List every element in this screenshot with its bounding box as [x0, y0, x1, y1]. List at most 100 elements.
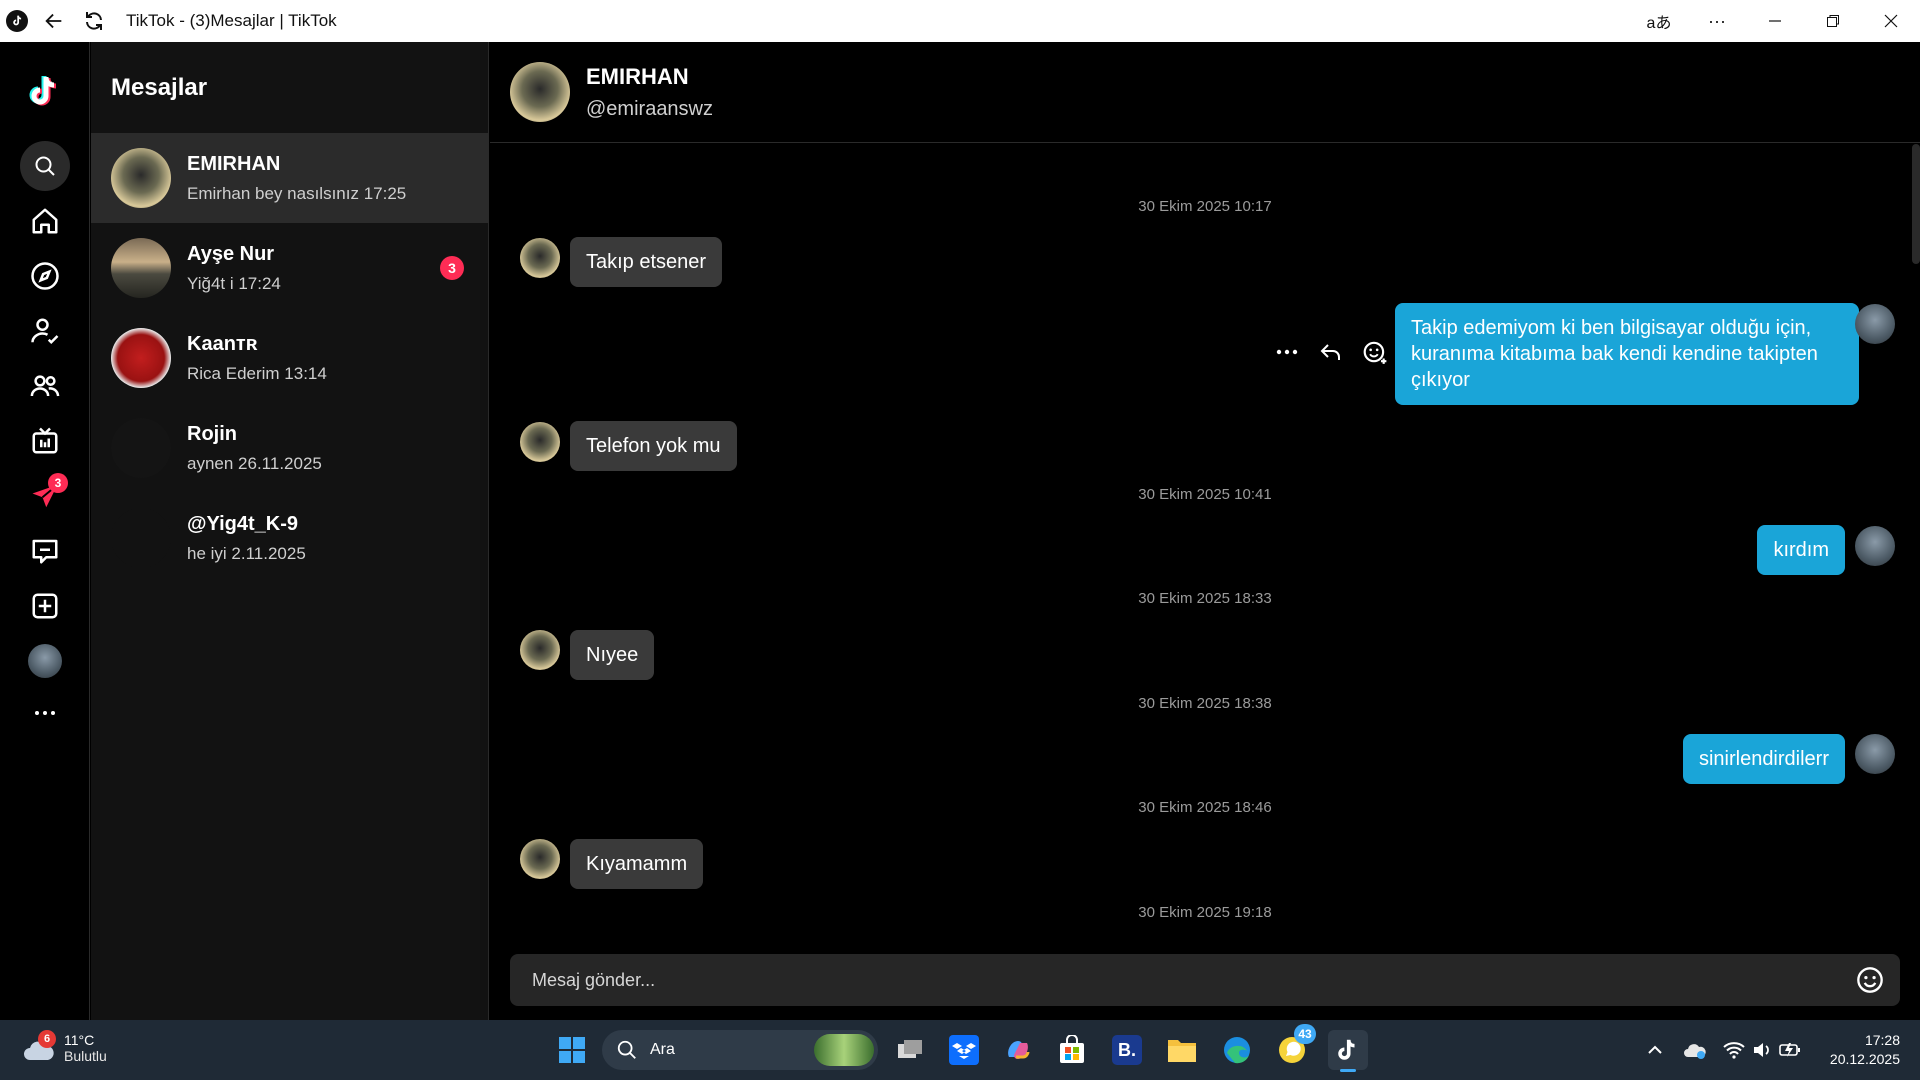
- left-nav-rail: 3: [0, 42, 90, 1020]
- weather-badge: 6: [38, 1030, 56, 1048]
- tiktok-logo-icon[interactable]: [20, 66, 70, 116]
- whatsapp-badge: 43: [1294, 1024, 1316, 1044]
- conversation-item[interactable]: Ayşe Nur Yiğ4t i 17:24 3: [91, 223, 489, 313]
- temperature: 11°C: [64, 1032, 95, 1048]
- conversation-list: Mesajlar EMIRHAN Emirhan bey nasılsınız …: [91, 42, 489, 1020]
- search-icon: [617, 1040, 636, 1059]
- outgoing-message[interactable]: kırdım: [1757, 525, 1845, 575]
- chat-header: EMIRHAN @emiraanswz: [490, 42, 1920, 143]
- upload-icon[interactable]: [20, 581, 70, 631]
- file-explorer-icon[interactable]: [1162, 1030, 1202, 1070]
- taskbar-search[interactable]: Ara: [602, 1030, 878, 1070]
- sender-avatar: [520, 238, 560, 278]
- cloud-icon: 6: [22, 1030, 58, 1066]
- avatar: [111, 508, 171, 568]
- sender-avatar: [520, 422, 560, 462]
- clock[interactable]: 17:28 20.12.2025: [1830, 1031, 1900, 1069]
- react-emoji-icon[interactable]: [1361, 338, 1389, 366]
- conversation-item[interactable]: Kaanᴛʀ Rica Ederim 13:14: [91, 313, 489, 403]
- message-timestamp: 30 Ekim 2025 10:41: [1138, 486, 1272, 503]
- own-avatar: [1855, 526, 1895, 566]
- refresh-icon[interactable]: [74, 0, 114, 42]
- search-label: Ara: [650, 1041, 675, 1058]
- conversation-preview: he iyi 2.11.2025: [187, 543, 306, 563]
- avatar: [111, 148, 171, 208]
- conversation-name: Rojin: [187, 422, 237, 445]
- incoming-message[interactable]: Takıp etsener: [570, 237, 723, 287]
- outgoing-message[interactable]: Takip edemiyom ki ben bilgisayar olduğu …: [1395, 303, 1859, 405]
- chevron-up-icon[interactable]: [1640, 1045, 1670, 1055]
- tiktok-taskbar-icon[interactable]: [1328, 1030, 1368, 1072]
- battery-icon[interactable]: [1776, 1041, 1804, 1059]
- booking-icon[interactable]: B.: [1107, 1030, 1147, 1070]
- onedrive-icon[interactable]: [1678, 1041, 1712, 1059]
- incoming-message[interactable]: Kıyamamm: [570, 839, 704, 889]
- more-options-icon[interactable]: [1273, 338, 1301, 366]
- conversation-preview: Yiğ4t i 17:24: [187, 273, 281, 293]
- chat-panel: EMIRHAN @emiraanswz 30 Ekim 2025 10:17 T…: [490, 42, 1920, 1020]
- conversation-item[interactable]: EMIRHAN Emirhan bey nasılsınız 17:25: [91, 133, 489, 223]
- microsoft-store-icon[interactable]: [1052, 1030, 1092, 1070]
- more-options-icon[interactable]: ···: [1688, 0, 1746, 42]
- unread-badge: 3: [440, 256, 464, 280]
- message-timestamp: 30 Ekim 2025 18:33: [1138, 590, 1272, 607]
- avatar: [111, 418, 171, 478]
- tiktok-app-icon: [6, 10, 28, 32]
- translate-icon[interactable]: aあ: [1630, 0, 1688, 42]
- windows-start-icon[interactable]: [552, 1030, 592, 1070]
- incoming-message[interactable]: Telefon yok mu: [570, 421, 737, 471]
- chat-name[interactable]: EMIRHAN: [586, 64, 689, 90]
- message-timestamp: 30 Ekim 2025 10:17: [1138, 198, 1272, 215]
- more-icon[interactable]: [20, 688, 70, 738]
- chat-handle[interactable]: @emiraanswz: [586, 98, 713, 121]
- chat-avatar[interactable]: [510, 62, 570, 122]
- minimize-button[interactable]: [1746, 0, 1804, 42]
- system-tray: [1640, 1020, 1804, 1080]
- reply-icon[interactable]: [1317, 338, 1345, 366]
- window-title: TikTok - (3)Mesajlar | TikTok: [126, 11, 337, 30]
- weather-condition: Bulutlu: [64, 1048, 107, 1064]
- message-timestamp: 30 Ekim 2025 18:46: [1138, 799, 1272, 816]
- clock-time: 17:28: [1864, 1032, 1900, 1048]
- avatar: [111, 238, 171, 298]
- messages-heading: Mesajlar: [111, 74, 208, 101]
- conversation-name: @Yig4t_K-9: [187, 512, 299, 535]
- wifi-icon[interactable]: [1720, 1041, 1748, 1059]
- emoji-icon[interactable]: [1856, 966, 1884, 994]
- conversation-item[interactable]: @Yig4t_K-9 he iyi 2.11.2025: [91, 493, 489, 583]
- sender-avatar: [520, 839, 560, 879]
- message-input[interactable]: [532, 969, 1832, 991]
- taskbar: 6 11°C Bulutlu Ara B. 43 17:28 20.12.202…: [0, 1020, 1920, 1080]
- profile-avatar[interactable]: [20, 636, 70, 686]
- copilot-icon[interactable]: [998, 1030, 1038, 1070]
- incoming-message[interactable]: Nıyee: [570, 630, 655, 680]
- activity-icon[interactable]: [20, 526, 70, 576]
- conversation-name: Ayşe Nur: [187, 242, 275, 265]
- dropbox-icon[interactable]: [944, 1030, 984, 1070]
- weather-widget[interactable]: 6 11°C Bulutlu: [22, 1030, 107, 1066]
- task-view-icon[interactable]: [890, 1030, 930, 1070]
- message-timestamp: 30 Ekim 2025 19:18: [1138, 904, 1272, 921]
- following-icon[interactable]: [20, 306, 70, 356]
- search-icon[interactable]: [20, 141, 70, 191]
- message-timestamp: 30 Ekim 2025 18:38: [1138, 695, 1272, 712]
- message-actions: [1273, 338, 1389, 366]
- close-button[interactable]: [1862, 0, 1920, 42]
- conversation-item[interactable]: Rojin aynen 26.11.2025: [91, 403, 489, 493]
- explore-icon[interactable]: [20, 251, 70, 301]
- friends-icon[interactable]: [20, 361, 70, 411]
- own-avatar: [1855, 734, 1895, 774]
- maximize-button[interactable]: [1804, 0, 1862, 42]
- whatsapp-icon[interactable]: 43: [1272, 1024, 1316, 1070]
- conversation-name: Kaanᴛʀ: [187, 332, 258, 355]
- messages-icon[interactable]: 3: [20, 471, 70, 521]
- back-icon[interactable]: [34, 0, 74, 42]
- conversation-preview: Emirhan bey nasılsınız 17:25: [187, 183, 407, 203]
- clock-date: 20.12.2025: [1829, 1051, 1900, 1067]
- search-highlight-image: [814, 1034, 874, 1066]
- outgoing-message[interactable]: sinirlendirdilerr: [1682, 734, 1845, 784]
- home-icon[interactable]: [20, 196, 70, 246]
- edge-icon[interactable]: [1217, 1030, 1257, 1070]
- live-icon[interactable]: [20, 416, 70, 466]
- volume-icon[interactable]: [1748, 1041, 1776, 1059]
